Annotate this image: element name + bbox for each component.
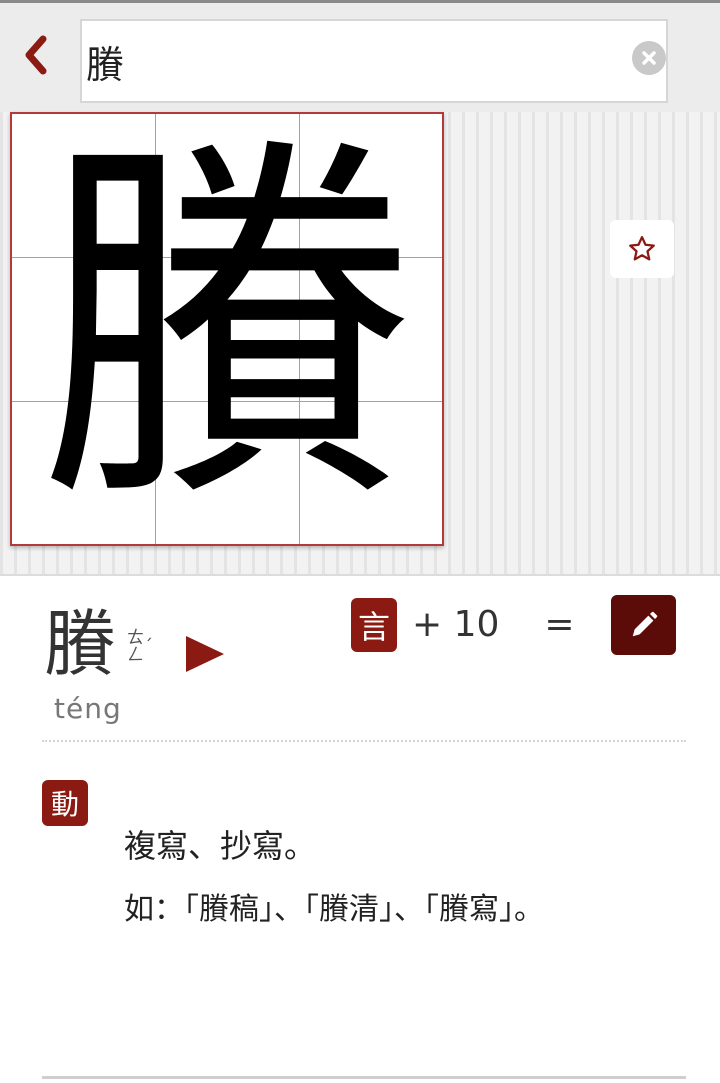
definition-text: 複寫、抄寫。 [124,827,317,865]
large-character: 賸 [37,112,417,546]
zhuyin-reading: ㄊㄥ [123,628,143,662]
play-icon [186,636,224,672]
example-text: 如：「賸稿」、「賸清」、「賸寫」。 [124,892,544,927]
search-box[interactable] [80,19,668,103]
favorite-button[interactable] [610,220,674,278]
character-grid: 賸 [10,112,444,546]
back-button[interactable] [14,29,58,81]
character-display-area: 賸 [0,112,720,574]
section-divider [0,574,720,576]
stroke-equals: = [544,604,575,645]
search-input[interactable] [86,29,626,93]
clear-search-button[interactable] [632,41,666,75]
top-bar [0,0,720,112]
clear-circle-icon [642,51,656,65]
pinyin-reading: téng [54,692,122,725]
chevron-left-icon [25,35,47,75]
play-pronunciation-button[interactable] [178,628,230,680]
stroke-order-button[interactable] [611,595,676,655]
part-of-speech-badge: 動 [42,780,88,826]
radical-badge[interactable]: 言 [351,598,397,652]
pencil-icon [632,611,657,637]
dotted-divider [42,740,686,742]
tone-mark: ˊ [144,636,153,657]
entry-title: 賸 [44,602,117,686]
bottom-divider [42,1076,686,1079]
stroke-extra: + 10 [412,604,500,645]
star-outline-icon [629,236,655,261]
